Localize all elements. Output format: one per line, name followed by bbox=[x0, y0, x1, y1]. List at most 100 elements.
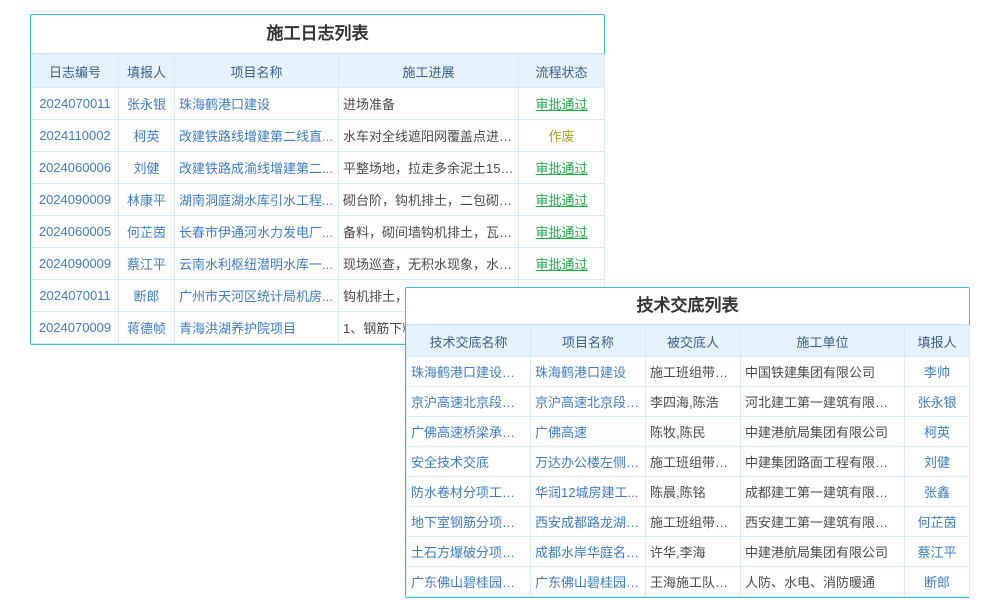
technical-disclosure-table: 技术交底名称 项目名称 被交底人 施工单位 填报人 珠海鹤港口建设抗浮...珠海… bbox=[406, 325, 970, 597]
project-name-link-cell: 华润12城房建工... bbox=[531, 477, 646, 507]
disclosure-name-link[interactable]: 地下室钢筋分项工程... bbox=[411, 512, 526, 531]
project-name-link-cell: 改建铁路成渝线增建第二... bbox=[175, 152, 339, 184]
log-id-link[interactable]: 2024070009 bbox=[36, 320, 114, 335]
project-name-link[interactable]: 珠海鹤港口建设 bbox=[179, 94, 334, 113]
project-name-link[interactable]: 西安成都路龙湖上... bbox=[535, 512, 641, 531]
briefed-person-text-cell: 陈牧,陈民 bbox=[646, 417, 741, 447]
table-row: 2024090009蔡江平云南水利枢纽潜明水库一...现场巡查，无积水现象，水马… bbox=[32, 248, 605, 280]
technical-disclosure-body: 珠海鹤港口建设抗浮...珠海鹤港口建设施工班组带班...中国铁建集团有限公司李帅… bbox=[407, 357, 970, 597]
progress-text: 平整场地，拉走多余泥土15辆... bbox=[343, 158, 514, 177]
log-id-link[interactable]: 2024090009 bbox=[36, 192, 114, 207]
reporter-link[interactable]: 何芷茵 bbox=[123, 222, 170, 241]
reporter-link-cell: 断郎 bbox=[905, 567, 970, 597]
briefed-person-text: 施工班组带班... bbox=[650, 512, 736, 531]
disclosure-name-link[interactable]: 土石方爆破分项工程... bbox=[411, 542, 526, 561]
disclosure-name-link-cell: 京沪高速北京段维修... bbox=[407, 387, 531, 417]
disclosure-name-link-cell: 土石方爆破分项工程... bbox=[407, 537, 531, 567]
column-header-construction-unit: 施工单位 bbox=[741, 326, 905, 357]
table-row: 2024070011张永银珠海鹤港口建设进场准备审批通过 bbox=[32, 88, 605, 120]
reporter-link[interactable]: 何芷茵 bbox=[909, 512, 965, 531]
project-name-link[interactable]: 改建铁路线增建第二线直... bbox=[179, 126, 334, 145]
status-link[interactable]: 审批通过 bbox=[523, 254, 600, 273]
status-link-cell: 审批通过 bbox=[519, 248, 605, 280]
status-link[interactable]: 审批通过 bbox=[523, 158, 600, 177]
project-name-link[interactable]: 京沪高速北京段维修 bbox=[535, 392, 641, 411]
construction-unit-text: 成都建工第一建筑有限责任公司 bbox=[745, 482, 900, 501]
reporter-link[interactable]: 刘健 bbox=[909, 452, 965, 471]
column-header-status: 流程状态 bbox=[519, 55, 605, 88]
project-name-link[interactable]: 华润12城房建工... bbox=[535, 482, 641, 501]
reporter-link[interactable]: 蔡江平 bbox=[909, 542, 965, 561]
briefed-person-text-cell: 施工班组带班... bbox=[646, 507, 741, 537]
log-id-link[interactable]: 2024060005 bbox=[36, 224, 114, 239]
project-name-link[interactable]: 青海洪湖养护院项目 bbox=[179, 318, 334, 337]
table-row: 珠海鹤港口建设抗浮...珠海鹤港口建设施工班组带班...中国铁建集团有限公司李帅 bbox=[407, 357, 970, 387]
reporter-link[interactable]: 林康平 bbox=[123, 190, 170, 209]
project-name-link[interactable]: 珠海鹤港口建设 bbox=[535, 362, 641, 381]
progress-text: 备料，砌间墙钩机排土，瓦工... bbox=[343, 222, 514, 241]
briefed-person-text: 许华,李海 bbox=[650, 542, 736, 561]
reporter-link-cell: 蔡江平 bbox=[905, 537, 970, 567]
status-link[interactable]: 审批通过 bbox=[523, 94, 600, 113]
status-link[interactable]: 审批通过 bbox=[523, 222, 600, 241]
table-row: 2024090009林康平湖南洞庭湖水库引水工程...砌台阶，钩机排土，二包砌间… bbox=[32, 184, 605, 216]
status-link[interactable]: 审批通过 bbox=[523, 190, 600, 209]
reporter-link[interactable]: 张永银 bbox=[909, 392, 965, 411]
reporter-link[interactable]: 断郎 bbox=[123, 286, 170, 305]
reporter-link[interactable]: 刘健 bbox=[123, 158, 170, 177]
project-name-link[interactable]: 长春市伊通河水力发电厂... bbox=[179, 222, 334, 241]
table-row: 安全技术交底万达办公楼左侧A...施工班组带班...中建集团路面工程有限公司刘健 bbox=[407, 447, 970, 477]
reporter-link-cell: 蔡江平 bbox=[119, 248, 175, 280]
reporter-link[interactable]: 柯英 bbox=[123, 126, 170, 145]
project-name-link[interactable]: 湖南洞庭湖水库引水工程... bbox=[179, 190, 334, 209]
log-id-link-cell: 2024060006 bbox=[32, 152, 119, 184]
project-name-link[interactable]: 云南水利枢纽潜明水库一... bbox=[179, 254, 334, 273]
reporter-link[interactable]: 柯英 bbox=[909, 422, 965, 441]
project-name-link[interactable]: 广东佛山碧桂园项目 bbox=[535, 572, 641, 591]
disclosure-name-link[interactable]: 珠海鹤港口建设抗浮... bbox=[411, 362, 526, 381]
project-name-link[interactable]: 广佛高速 bbox=[535, 422, 641, 441]
construction-unit-text: 西安建工第一建筑有限责任公司 bbox=[745, 512, 900, 531]
log-id-link[interactable]: 2024060006 bbox=[36, 160, 114, 175]
status-link-cell: 审批通过 bbox=[519, 152, 605, 184]
disclosure-name-link[interactable]: 广佛高速桥梁承台施... bbox=[411, 422, 526, 441]
reporter-link[interactable]: 蔡江平 bbox=[123, 254, 170, 273]
project-name-link[interactable]: 广州市天河区统计局机房... bbox=[179, 286, 334, 305]
disclosure-name-link-cell: 地下室钢筋分项工程... bbox=[407, 507, 531, 537]
disclosure-name-link[interactable]: 广东佛山碧桂园项目... bbox=[411, 572, 526, 591]
reporter-link[interactable]: 张鑫 bbox=[909, 482, 965, 501]
log-id-link-cell: 2024070011 bbox=[32, 88, 119, 120]
reporter-link[interactable]: 断郎 bbox=[909, 572, 965, 591]
briefed-person-text-cell: 施工班组带班... bbox=[646, 357, 741, 387]
reporter-link[interactable]: 蒋德帧 bbox=[123, 318, 170, 337]
briefed-person-text: 李四海,陈浩 bbox=[650, 392, 736, 411]
disclosure-name-link[interactable]: 防水卷材分项工程施... bbox=[411, 482, 526, 501]
log-id-link[interactable]: 2024110002 bbox=[36, 128, 114, 143]
reporter-link[interactable]: 李帅 bbox=[909, 362, 965, 381]
reporter-link-cell: 张永银 bbox=[905, 387, 970, 417]
reporter-link[interactable]: 张永银 bbox=[123, 94, 170, 113]
table-row: 土石方爆破分项工程...成都水岸华庭名苑...许华,李海中建港航局集团有限公司蔡… bbox=[407, 537, 970, 567]
project-name-link[interactable]: 成都水岸华庭名苑... bbox=[535, 542, 641, 561]
project-name-link[interactable]: 改建铁路成渝线增建第二... bbox=[179, 158, 334, 177]
table-row: 2024060006 刘健改建铁路成渝线增建第二... 平整场地，拉走多余泥土15辆… bbox=[32, 152, 605, 184]
construction-log-title: 施工日志列表 bbox=[31, 15, 604, 54]
project-name-link[interactable]: 万达办公楼左侧A... bbox=[535, 452, 641, 471]
log-id-link-cell: 2024070011 bbox=[32, 280, 119, 312]
briefed-person-text-cell: 王海施工队全队 bbox=[646, 567, 741, 597]
column-header-progress: 施工进展 bbox=[339, 55, 519, 88]
log-id-link[interactable]: 2024070011 bbox=[36, 96, 114, 111]
disclosure-name-link[interactable]: 安全技术交底 bbox=[411, 452, 526, 471]
project-name-link-cell: 广佛高速 bbox=[531, 417, 646, 447]
log-id-link[interactable]: 2024070011 bbox=[36, 288, 114, 303]
progress-text-cell: 备料，砌间墙钩机排土，瓦工... bbox=[339, 216, 519, 248]
construction-unit-text: 中建集团路面工程有限公司 bbox=[745, 452, 900, 471]
project-name-link-cell: 青海洪湖养护院项目 bbox=[175, 312, 339, 344]
status-link[interactable]: 作废 bbox=[523, 126, 600, 145]
project-name-link-cell: 万达办公楼左侧A... bbox=[531, 447, 646, 477]
disclosure-name-link[interactable]: 京沪高速北京段维修... bbox=[411, 392, 526, 411]
project-name-link-cell: 京沪高速北京段维修 bbox=[531, 387, 646, 417]
disclosure-name-link-cell: 广东佛山碧桂园项目... bbox=[407, 567, 531, 597]
table-row: 2024110002柯英改建铁路线增建第二线直...水车对全线遮阳网覆盖点进行.… bbox=[32, 120, 605, 152]
log-id-link[interactable]: 2024090009 bbox=[36, 256, 114, 271]
